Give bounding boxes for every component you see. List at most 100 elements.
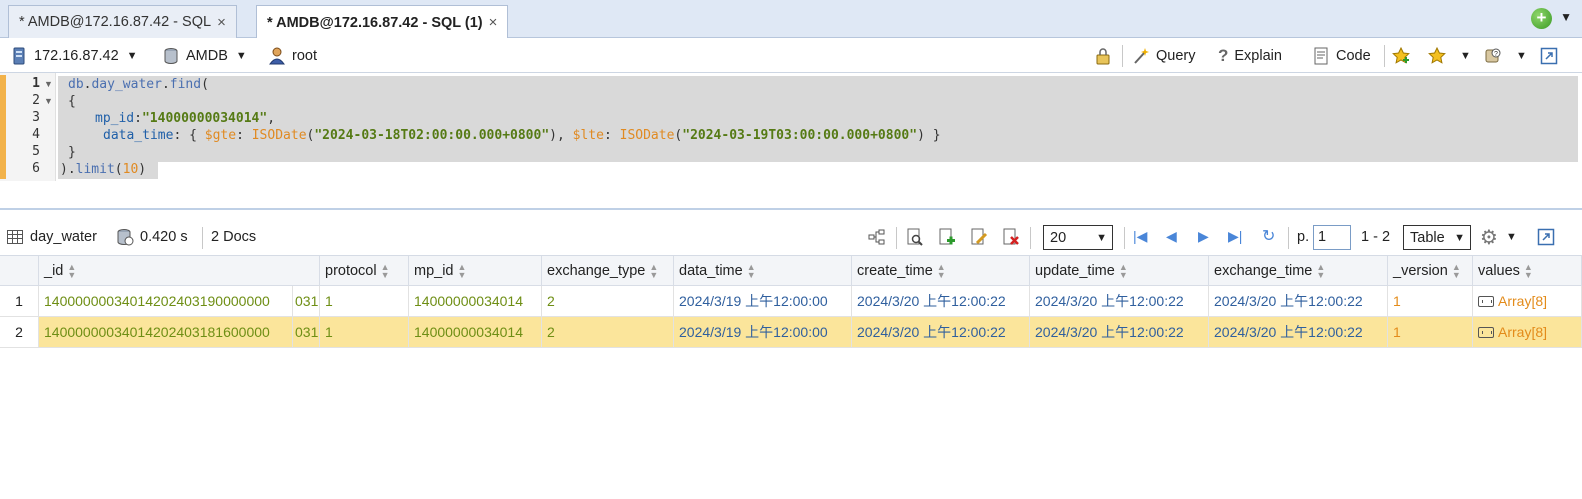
collection-indicator: day_water (6, 218, 97, 256)
code-line-2: { (68, 94, 76, 109)
view-mode-select[interactable]: Table ▼ (1403, 225, 1471, 250)
host-selector[interactable]: 172.16.87.42 ▼ (10, 38, 138, 73)
add-tab-icon[interactable]: + (1531, 8, 1552, 29)
cell-protocol[interactable]: 1 (320, 286, 409, 317)
wand-icon (1134, 47, 1149, 64)
cell-version[interactable]: 1 (1388, 317, 1473, 348)
snippets-button[interactable]: ? ▼ (1484, 38, 1527, 73)
sort-icon: ▲ ▼ (1451, 261, 1461, 280)
edit-document-button[interactable] (970, 218, 994, 256)
query-editor[interactable]: 1 ▼ 2 ▼ 3 4 5 6 db.day_water.find( { mp_… (0, 73, 1582, 210)
lock-button[interactable] (1094, 38, 1118, 73)
result-toolbar: day_water 0.420 s 2 Docs 20 ▼ |◀ ◀ ▶ ▶| … (0, 218, 1582, 256)
prev-page-icon[interactable]: ◀ (1166, 228, 1177, 245)
exec-time-indicator: 0.420 s (116, 218, 188, 256)
code-button[interactable]: Code (1312, 38, 1371, 73)
column-header-version[interactable]: _version ▲ ▼ (1388, 256, 1473, 286)
line-number: 6 (32, 161, 40, 176)
cell-create-time[interactable]: 2024/3/20 上午12:00:22 (852, 317, 1030, 348)
lock-icon (1096, 47, 1110, 64)
tab-sql-1[interactable]: * AMDB@172.16.87.42 - SQL (1) × (256, 5, 509, 39)
cell-create-time[interactable]: 2024/3/20 上午12:00:22 (852, 286, 1030, 317)
column-header-update-time[interactable]: update_time ▲ ▼ (1030, 256, 1209, 286)
column-header-protocol[interactable]: protocol ▲ ▼ (320, 256, 409, 286)
grid-settings-button[interactable]: ⚙ ▼ (1480, 218, 1517, 256)
cell-update-time[interactable]: 2024/3/20 上午12:00:22 (1030, 317, 1209, 348)
cell-id-overflow[interactable]: 031 (293, 317, 320, 348)
tab-close-icon[interactable]: × (489, 14, 498, 31)
sort-icon: ▲ ▼ (1316, 261, 1326, 280)
view-mode-value: Table (1410, 229, 1445, 246)
page-size-value: 20 (1050, 229, 1067, 246)
sort-icon: ▲ ▼ (1523, 261, 1533, 280)
fold-icon[interactable]: ▼ (44, 79, 53, 89)
cell-version[interactable]: 1 (1388, 286, 1473, 317)
page-size-select[interactable]: 20 ▼ (1043, 225, 1113, 250)
column-header-exchange-type[interactable]: exchange_type ▲ ▼ (542, 256, 674, 286)
tree-icon (868, 229, 885, 245)
first-page-icon[interactable]: |◀ (1133, 228, 1147, 245)
maximize-result-button[interactable] (1537, 218, 1561, 256)
last-page-icon[interactable]: ▶| (1228, 228, 1242, 245)
user-label: root (292, 47, 317, 64)
query-button[interactable]: Query (1132, 38, 1196, 73)
toolbar-divider (1124, 227, 1125, 249)
database-icon (164, 47, 178, 64)
tab-menu-chevron-icon[interactable]: ▼ (1560, 10, 1572, 24)
array-count: [8] (1531, 324, 1548, 340)
maximize-icon (1540, 47, 1558, 64)
next-page-icon[interactable]: ▶ (1198, 228, 1209, 245)
cell-exchange-time[interactable]: 2024/3/20 上午12:00:22 (1209, 286, 1388, 317)
sort-icon: ▲ ▼ (1118, 261, 1128, 280)
column-header-values[interactable]: values ▲ ▼ (1473, 256, 1582, 286)
tab-label: * AMDB@172.16.87.42 - SQL (1) (267, 14, 483, 31)
cell-protocol[interactable]: 1 (320, 317, 409, 348)
cell-id-overflow[interactable]: 031 (293, 286, 320, 317)
user-indicator: root (268, 38, 317, 73)
delete-document-button[interactable] (1002, 218, 1026, 256)
column-header-id[interactable]: _id ▲ ▼ (39, 256, 320, 286)
snippet-icon: ? (1485, 48, 1501, 62)
cell-data-time[interactable]: 2024/3/19 上午12:00:00 (674, 286, 852, 317)
toolbar-divider (896, 227, 897, 249)
cell-data-time[interactable]: 2024/3/19 上午12:00:00 (674, 317, 852, 348)
add-document-button[interactable] (938, 218, 962, 256)
tab-sql[interactable]: * AMDB@172.16.87.42 - SQL × (8, 5, 237, 38)
code-icon (1314, 47, 1328, 64)
page-input[interactable]: 1 (1313, 225, 1351, 250)
database-label: AMDB (186, 47, 228, 64)
page-label: p. (1297, 229, 1310, 245)
database-selector[interactable]: AMDB ▼ (162, 38, 247, 73)
chevron-down-icon: ▼ (1096, 231, 1107, 244)
cell-mp-id[interactable]: 14000000034014 (409, 286, 542, 317)
cell-mp-id[interactable]: 14000000034014 (409, 317, 542, 348)
schema-button[interactable] (868, 218, 892, 256)
add-favorite-button[interactable] (1392, 38, 1416, 73)
refresh-icon[interactable]: ↻ (1262, 226, 1275, 246)
cell-update-time[interactable]: 2024/3/20 上午12:00:22 (1030, 286, 1209, 317)
cell-values[interactable]: Array [8] (1473, 317, 1582, 348)
toolbar-divider (1122, 45, 1123, 67)
maximize-editor-button[interactable] (1540, 38, 1564, 73)
cell-id[interactable]: 14000000034014202403181600000 (39, 317, 293, 348)
explain-label: Explain (1234, 47, 1282, 64)
cell-values[interactable]: Array [8] (1473, 286, 1582, 317)
column-header-create-time[interactable]: create_time ▲ ▼ (852, 256, 1030, 286)
fold-icon[interactable]: ▼ (44, 96, 53, 106)
cell-exchange-type[interactable]: 2 (542, 286, 674, 317)
sort-icon: ▲ ▼ (746, 261, 756, 280)
cell-exchange-type[interactable]: 2 (542, 317, 674, 348)
column-header-exchange-time[interactable]: exchange_time ▲ ▼ (1209, 256, 1388, 286)
explain-button[interactable]: ? Explain (1218, 38, 1282, 73)
row-number-header (0, 256, 39, 286)
code-label: Code (1336, 47, 1371, 64)
cell-exchange-time[interactable]: 2024/3/20 上午12:00:22 (1209, 317, 1388, 348)
view-document-button[interactable] (906, 218, 930, 256)
page-range: 1 - 2 (1361, 229, 1391, 245)
cell-id[interactable]: 14000000034014202403190000000 (39, 286, 293, 317)
tab-close-icon[interactable]: × (217, 14, 226, 31)
favorites-button[interactable]: ▼ (1428, 38, 1471, 73)
column-header-mp-id[interactable]: mp_id ▲ ▼ (409, 256, 542, 286)
host-label: 172.16.87.42 (34, 47, 119, 64)
column-header-data-time[interactable]: data_time ▲ ▼ (674, 256, 852, 286)
